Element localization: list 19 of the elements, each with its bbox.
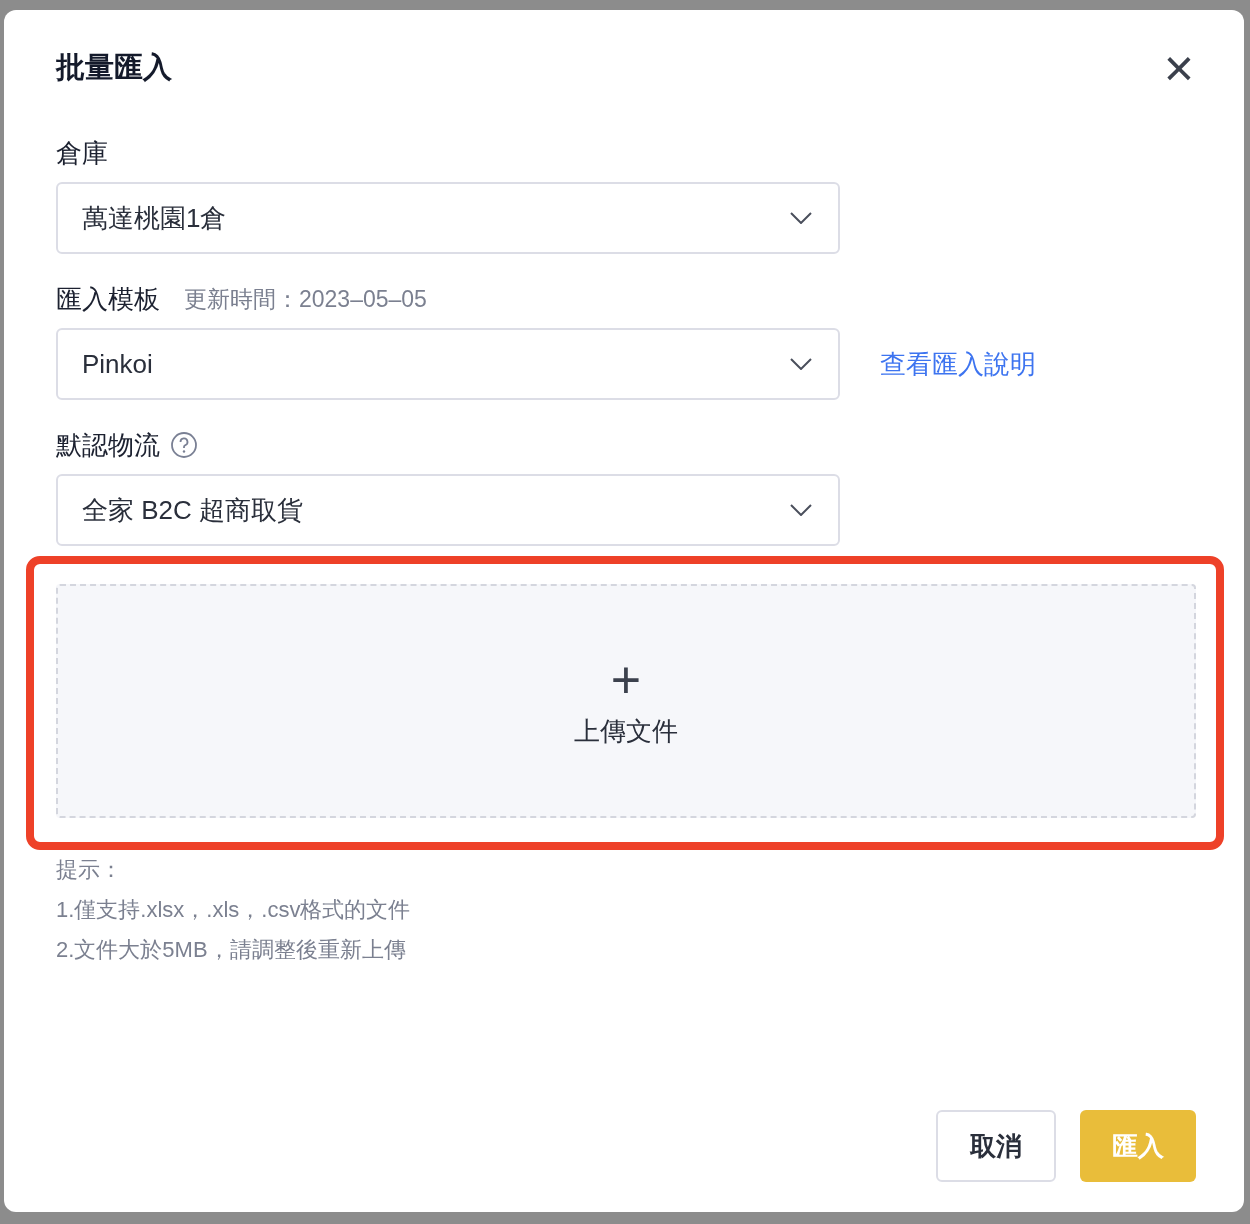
hint-text: 提示： <box>56 856 123 884</box>
select-field[interactable]: 萬達桃園1倉 <box>56 182 840 254</box>
dialog-title: 批量匯入 <box>56 50 172 85</box>
instructions-link[interactable]: 查看匯入說明 <box>880 346 1036 382</box>
field-label: 默認物流 <box>56 428 160 462</box>
upload-area[interactable]: + 上傳文件 <box>56 584 1196 818</box>
chevron-down-icon <box>790 504 812 516</box>
chevron-down-icon <box>790 358 812 370</box>
cancel-button[interactable]: 取消 <box>936 1110 1056 1182</box>
field-label: 倉庫 <box>56 136 108 170</box>
select-field[interactable]: 全家 B2C 超商取貨 <box>56 474 840 546</box>
help-icon[interactable] <box>170 431 198 459</box>
hint-text: 2.文件大於5MB，請調整後重新上傳 <box>56 936 407 964</box>
select-field[interactable]: Pinkoi <box>56 328 840 400</box>
chevron-down-icon <box>790 212 812 224</box>
close-button[interactable]: × <box>1161 46 1196 90</box>
update-time: 更新時間：2023–05–05 <box>184 284 427 314</box>
field-label: 匯入模板 <box>56 282 160 316</box>
hint-text: 1.僅支持.xlsx，.xls，.csv格式的文件 <box>56 896 412 924</box>
